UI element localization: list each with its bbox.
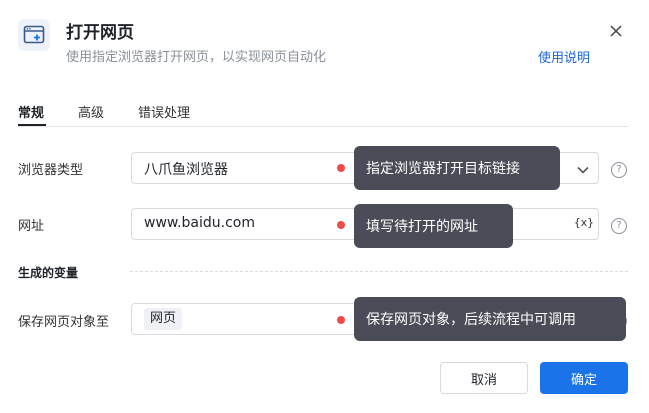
tooltip-browser-type: 指定浏览器打开目标链接: [354, 146, 560, 190]
active-tab-indicator: [18, 124, 46, 126]
variable-tag: 网页: [144, 308, 183, 330]
url-value: www.baidu.com: [144, 215, 255, 231]
tabs-divider: [18, 126, 628, 127]
close-icon[interactable]: [606, 21, 626, 41]
marker-dot: [337, 316, 345, 324]
marker-dot: [337, 164, 345, 172]
confirm-button[interactable]: 确定: [540, 362, 628, 394]
tab-general[interactable]: 常规: [18, 102, 44, 121]
section-divider: [130, 271, 628, 272]
url-label: 网址: [18, 219, 45, 234]
tab-advanced[interactable]: 高级: [78, 102, 104, 121]
help-link[interactable]: 使用说明: [538, 47, 590, 66]
dialog-subtitle: 使用指定浏览器打开网页，以实现网页自动化: [66, 50, 327, 65]
section-generated-variables: 生成的变量: [18, 266, 79, 280]
browser-type-value: 八爪鱼浏览器: [144, 162, 228, 178]
help-icon[interactable]: ?: [611, 218, 627, 234]
help-icon[interactable]: ?: [611, 162, 627, 178]
tooltip-url: 填写待打开的网址: [354, 204, 513, 248]
cancel-button[interactable]: 取消: [440, 362, 528, 394]
marker-dot: [337, 221, 345, 229]
tooltip-save-to: 保存网页对象，后续流程中可调用: [354, 297, 626, 341]
dialog-title: 打开网页: [66, 23, 134, 43]
chevron-down-icon[interactable]: [576, 162, 590, 181]
tab-error-handling[interactable]: 错误处理: [138, 102, 190, 121]
browser-plus-icon: [18, 19, 50, 51]
browser-type-label: 浏览器类型: [18, 163, 84, 178]
save-to-label: 保存网页对象至: [18, 315, 110, 330]
variable-insert-icon[interactable]: {x}: [574, 216, 594, 229]
